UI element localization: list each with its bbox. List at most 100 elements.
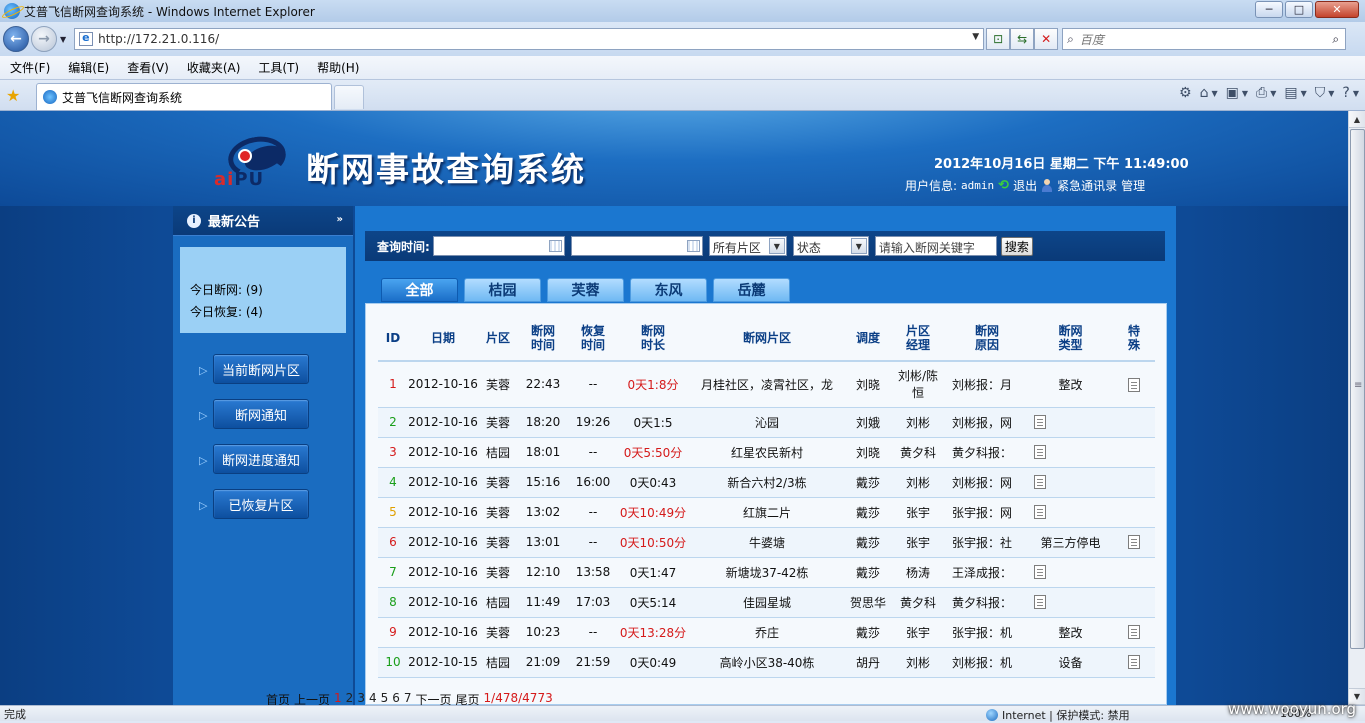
tab-juyuan[interactable]: 桔园	[464, 278, 541, 302]
document-icon[interactable]	[1128, 655, 1140, 670]
area-select[interactable]: 所有片区 ▼	[708, 236, 787, 256]
help-icon[interactable]: ? ▼	[1342, 85, 1359, 101]
calendar-icon[interactable]	[548, 240, 562, 252]
cell-dispatcher-text: 戴莎	[855, 505, 880, 520]
safety-icon[interactable]: ⛉ ▼	[1315, 85, 1335, 101]
feeds-icon[interactable]: ▣ ▼	[1226, 85, 1248, 101]
table-row[interactable]: 6 2012-10-16 芙蓉 13:01 -- 0天10:50分 牛婆塘 戴莎 张宇 张宇报：社…	[378, 527, 1155, 558]
history-dropdown-icon[interactable]: ▼	[60, 35, 66, 44]
cell-id-text: 4	[389, 475, 397, 489]
chevron-down-icon[interactable]: ▼	[850, 238, 867, 254]
pager-page[interactable]: 4	[369, 691, 377, 705]
pager-prev[interactable]: 上一页	[294, 691, 330, 705]
print-icon[interactable]: ⎙ ▼	[1256, 85, 1276, 101]
command-bar: ⚙ ⌂ ▼ ▣ ▼ ⎙ ▼ ▤ ▼ ⛉ ▼ ? ▼	[1179, 85, 1359, 101]
menu-favorites[interactable]: 收藏夹(A)	[177, 59, 249, 76]
cell-special	[1113, 647, 1155, 678]
document-icon[interactable]	[1034, 445, 1046, 460]
page-menu-icon[interactable]: ▤ ▼	[1284, 85, 1306, 101]
vertical-scrollbar[interactable]: ▲ ▼	[1348, 111, 1365, 705]
url-dropdown-icon[interactable]: ▼	[972, 32, 979, 42]
logout-link[interactable]: 退出	[1013, 177, 1037, 194]
document-icon[interactable]	[1034, 595, 1046, 610]
table-row[interactable]: 10 2012-10-15 桔园 21:09 21:59 0天0:49 高岭小区38-40栋…	[378, 647, 1155, 678]
table-row[interactable]: 1 2012-10-16 芙蓉 22:43 -- 0天1:8分 月桂社区，凌霄社区，龙 刘晓 刘…	[378, 361, 1155, 408]
keyword-input[interactable]: 请输入断网关键字	[874, 236, 997, 256]
document-icon[interactable]	[1034, 565, 1046, 580]
cell-type	[1028, 497, 1113, 528]
close-button[interactable]: ✕	[1315, 1, 1359, 18]
table-row[interactable]: 7 2012-10-16 芙蓉 12:10 13:58 0天1:47 新塘垅37-42栋 戴莎…	[378, 557, 1155, 588]
col-date: 日期	[408, 315, 478, 362]
contacts-link[interactable]: 紧急通讯录	[1057, 177, 1117, 194]
minimize-button[interactable]: ─	[1255, 1, 1283, 18]
cell-date: 2012-10-16	[408, 497, 478, 528]
cell-manager-text: 黄夕科	[899, 595, 936, 610]
menu-help[interactable]: 帮助(H)	[307, 59, 367, 76]
table-row[interactable]: 5 2012-10-16 芙蓉 13:02 -- 0天10:49分 红旗二片 戴莎 张宇 张宇报：…	[378, 497, 1155, 528]
menu-view[interactable]: 查看(V)	[117, 59, 177, 76]
current-outage-button[interactable]: 当前断网片区	[213, 354, 309, 384]
tab-all[interactable]: 全部	[381, 278, 458, 302]
url-input[interactable]: http://172.21.0.116/ ▼	[74, 28, 985, 50]
table-row[interactable]: 3 2012-10-16 桔园 18:01 -- 0天5:50分 红星农民新村 刘晓 黄夕科 黄夕…	[378, 437, 1155, 468]
pager-page[interactable]: 3	[357, 691, 365, 705]
forward-button[interactable]: →	[31, 26, 57, 52]
table-row[interactable]: 9 2012-10-16 芙蓉 10:23 -- 0天13:28分 乔庄 戴莎 张宇 张宇报：机 整…	[378, 617, 1155, 648]
tab-yuelu[interactable]: 岳麓	[713, 278, 790, 302]
pager-last[interactable]: 尾页	[456, 691, 480, 705]
progress-notice-button[interactable]: 断网进度通知	[213, 444, 309, 474]
document-icon[interactable]	[1128, 625, 1140, 640]
table-row[interactable]: 4 2012-10-16 芙蓉 15:16 16:00 0天0:43 新合六村2/3栋 戴莎 刘…	[378, 467, 1155, 498]
menu-edit[interactable]: 编辑(E)	[58, 59, 117, 76]
watermark: www.wooyun.org	[1228, 700, 1357, 718]
favorites-star-icon[interactable]: ★	[6, 86, 20, 105]
outage-notice-button[interactable]: 断网通知	[213, 399, 309, 429]
end-date-input[interactable]	[570, 236, 703, 256]
scroll-up-icon[interactable]: ▲	[1349, 111, 1365, 128]
restored-areas-button[interactable]: 已恢复片区	[213, 489, 309, 519]
pager-page[interactable]: 6	[392, 691, 400, 705]
table-row[interactable]: 8 2012-10-16 桔园 11:49 17:03 0天5:14 佳园星城 贺思华 黄夕科 黄…	[378, 587, 1155, 618]
document-icon[interactable]	[1034, 415, 1046, 430]
gear-icon[interactable]: ⚙	[1179, 85, 1192, 101]
search-input[interactable]: ⌕ 百度 ⌕	[1062, 28, 1347, 50]
notice-header[interactable]: i 最新公告 »	[173, 206, 353, 236]
pager-first[interactable]: 首页	[266, 691, 290, 705]
calendar-icon[interactable]	[686, 240, 700, 252]
status-select[interactable]: 状态 ▼	[792, 236, 869, 256]
chevron-down-icon[interactable]: ▼	[768, 238, 785, 254]
table-row[interactable]: 2 2012-10-16 芙蓉 18:20 19:26 0天1:5 沁园 刘娥 刘彬 刘彬报，网	[378, 407, 1155, 438]
cell-down-time-text: 21:09	[525, 655, 561, 669]
pager-page[interactable]: 7	[404, 691, 412, 705]
menu-file[interactable]: 文件(F)	[0, 59, 58, 76]
tab-furong[interactable]: 芙蓉	[547, 278, 624, 302]
stop-icon[interactable]: ✕	[1034, 28, 1059, 50]
collapse-icon[interactable]: »	[337, 214, 343, 225]
search-button[interactable]: 搜索	[1000, 236, 1033, 256]
cell-date-text: 2012-10-16	[408, 445, 478, 459]
col-duration: 断网时长	[618, 315, 688, 362]
search-go-icon[interactable]: ⌕	[1332, 32, 1339, 47]
document-icon[interactable]	[1034, 475, 1046, 490]
pager-page[interactable]: 5	[381, 691, 389, 705]
document-icon[interactable]	[1034, 505, 1046, 520]
home-icon[interactable]: ⌂ ▼	[1200, 85, 1218, 101]
refresh-icon[interactable]: ⇆	[1010, 28, 1035, 50]
admin-link[interactable]: 管理	[1121, 177, 1145, 194]
pager-page[interactable]: 1	[334, 691, 342, 705]
tab-dongfeng[interactable]: 东风	[630, 278, 707, 302]
document-icon[interactable]	[1128, 377, 1140, 392]
back-button[interactable]: ←	[3, 26, 29, 52]
compat-view-icon[interactable]: ⊡	[986, 28, 1011, 50]
pager-next[interactable]: 下一页	[416, 691, 452, 705]
document-icon[interactable]	[1128, 535, 1140, 550]
start-date-input[interactable]	[432, 236, 565, 256]
browser-tab[interactable]: 艾普飞信断网查询系统	[36, 83, 332, 110]
maximize-button[interactable]: □	[1285, 1, 1313, 18]
scroll-thumb[interactable]	[1350, 129, 1365, 649]
menu-tools[interactable]: 工具(T)	[248, 59, 307, 76]
new-tab-button[interactable]	[334, 85, 364, 109]
pager-page[interactable]: 2	[346, 691, 354, 705]
cell-manager-text: 刘彬	[905, 655, 930, 670]
